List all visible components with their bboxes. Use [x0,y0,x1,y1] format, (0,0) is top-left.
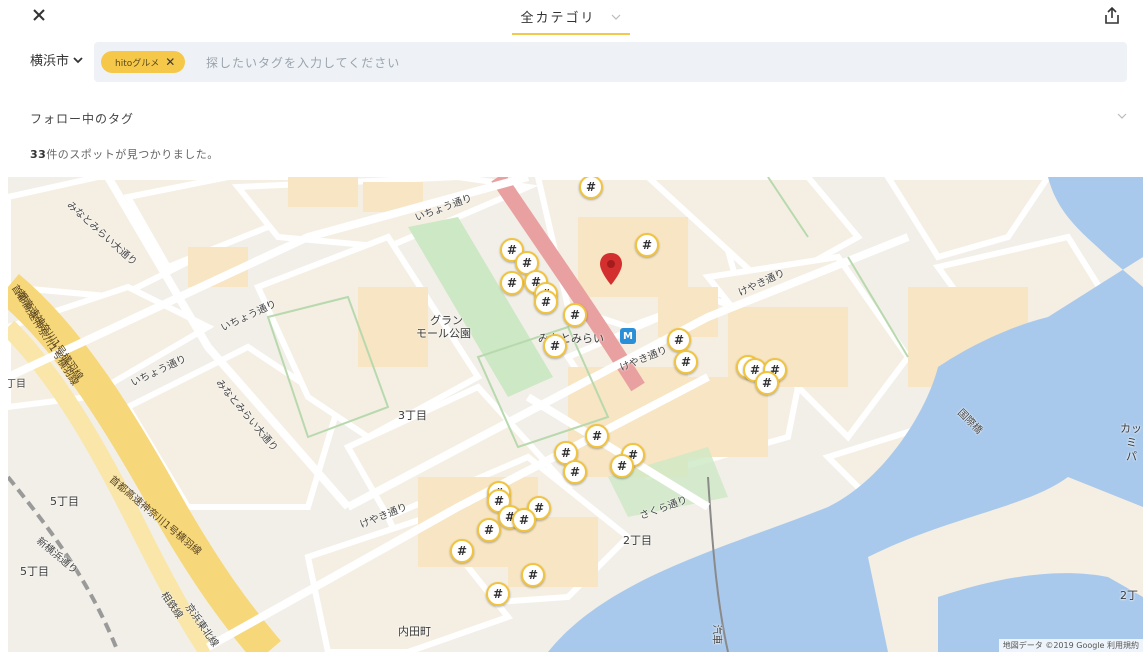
spot-marker[interactable]: # [635,233,659,257]
map-view[interactable]: グラン モール公園 みなとみらい 3丁目 2丁目 5丁目 5丁目 内田町 カッ … [8,177,1143,652]
spot-marker[interactable]: # [500,271,524,295]
followed-tags-toggle[interactable]: フォロー中のタグ [30,108,1128,128]
share-button[interactable] [1102,6,1122,26]
map-place-label: 5丁目 [50,495,79,508]
map-road-label: 汽車 [710,624,722,645]
spot-marker[interactable]: # [585,424,609,448]
spot-marker[interactable]: # [755,371,779,395]
tag-search-box: hitoグルメ ✕ [94,42,1127,82]
map-road-label: 丁目 [8,379,26,390]
result-count-text: 件のスポットが見つかりました。 [46,148,219,161]
map-place-label: パ [1126,450,1137,463]
tag-chip[interactable]: hitoグルメ ✕ [101,51,186,73]
spot-marker[interactable]: # [674,350,698,374]
map-place-label: 5丁目 [20,565,49,578]
spot-marker[interactable]: # [512,508,536,532]
spot-marker[interactable]: # [521,563,545,587]
city-select[interactable]: 横浜市 [30,50,83,69]
map-place-label: 2丁目 [623,534,652,547]
result-count: 33件のスポットが見つかりました。 [30,146,219,162]
map-place-label: 2丁 [1120,589,1138,602]
map-place-label: 内田町 [398,625,431,638]
category-label: 全カテゴリ [520,11,596,26]
close-button[interactable] [30,6,50,26]
map-place-label: モール公園 [416,327,471,340]
spot-marker[interactable]: # [486,582,510,606]
spot-marker[interactable]: # [534,290,558,314]
share-icon [1105,6,1119,24]
chevron-down-icon [73,56,83,63]
tag-search-input[interactable] [204,51,1108,75]
map-place-label: 3丁目 [398,409,427,422]
spot-marker[interactable]: # [563,460,587,484]
category-dropdown[interactable]: 全カテゴリ [512,7,630,35]
station-icon: M [620,328,636,344]
followed-tags-label: フォロー中のタグ [30,112,135,126]
map-attribution[interactable]: 地図データ ©2019 Google 利用規約 [998,639,1143,652]
location-pin-icon[interactable] [598,252,624,286]
result-count-number: 33 [30,148,47,161]
tag-chip-label: hitoグルメ [115,58,160,69]
spot-marker[interactable]: # [563,303,587,327]
top-bar: 全カテゴリ [0,0,1143,38]
remove-tag-icon[interactable]: ✕ [165,55,175,69]
spot-marker[interactable]: # [667,328,691,352]
spot-marker[interactable]: # [477,518,501,542]
close-icon [33,9,45,21]
city-label: 横浜市 [30,54,70,69]
chevron-down-icon [1117,113,1127,119]
spot-marker[interactable]: # [450,539,474,563]
spot-marker[interactable]: # [543,334,567,358]
spot-marker[interactable]: # [610,454,634,478]
chevron-down-icon [611,14,620,20]
